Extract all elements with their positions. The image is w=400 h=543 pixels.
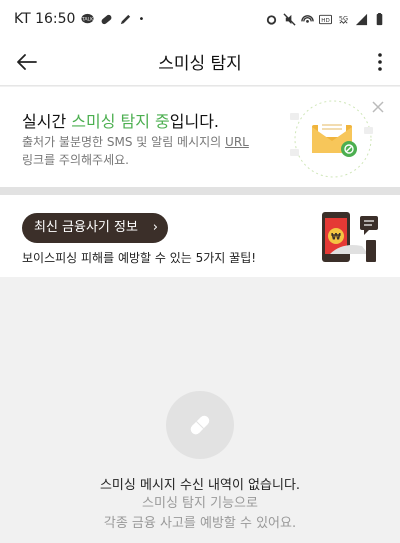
empty-state-badge xyxy=(166,391,234,459)
headline-accent: 스미싱 탐지 중 xyxy=(71,112,170,131)
kebab-menu-icon xyxy=(378,53,382,71)
banner-headline: 실시간 스미싱 탐지 중입니다. xyxy=(22,108,219,132)
desc-text-2: 링크를 주의해주세요. xyxy=(22,153,129,167)
alarm-icon xyxy=(266,14,277,25)
app-bar: 스미싱 탐지 xyxy=(0,38,400,86)
envelope-shield-icon xyxy=(290,100,373,178)
dot-icon: • xyxy=(138,13,145,25)
empty-state-subtitle-line1: 스미싱 탐지 기능으로 xyxy=(142,496,258,511)
svg-text:₩: ₩ xyxy=(331,233,341,243)
back-button[interactable] xyxy=(12,48,42,76)
empty-state: 스미싱 메시지 수신 내역이 없습니다. 스미싱 탐지 기능으로 각종 금융 사… xyxy=(0,277,400,543)
edit-icon xyxy=(121,14,131,24)
talk-icon: TALK xyxy=(81,13,94,23)
pill-icon xyxy=(190,415,210,435)
banner-description: 출처가 불분명한 SMS 및 알림 메시지의 URL 링크를 주의해주세요. xyxy=(22,133,272,169)
svg-text:5G: 5G xyxy=(339,14,348,22)
signal-icon xyxy=(355,13,368,25)
svg-text:TALK: TALK xyxy=(81,16,94,22)
section-divider xyxy=(0,187,400,195)
empty-state-subtitle-line2: 각종 금융 사고를 예방할 수 있어요. xyxy=(103,516,297,531)
desc-text: 출처가 불분명한 SMS 및 알림 메시지의 xyxy=(22,135,226,149)
5g-icon: 5G xyxy=(339,14,348,24)
fraud-info-card[interactable]: 최신 금융사기 정보 › 보이스피싱 피해를 예방할 수 있는 5가지 꿀팁! … xyxy=(0,195,400,277)
card-description: 보이스피싱 피해를 예방할 수 있는 5가지 꿀팁! xyxy=(22,251,257,265)
pill-icon xyxy=(102,14,112,24)
svg-text:HD: HD xyxy=(321,17,329,23)
chevron-right-icon: › xyxy=(152,220,158,235)
empty-state-title: 스미싱 메시지 수신 내역이 없습니다. xyxy=(99,478,301,493)
hd-icon: HD xyxy=(319,14,332,24)
empty-state-subtitle: 스미싱 탐지 기능으로 각종 금융 사고를 예방할 수 있어요. xyxy=(0,494,400,534)
hotspot-icon xyxy=(301,14,314,23)
page-title: 스미싱 탐지 xyxy=(158,54,242,74)
mute-icon xyxy=(283,12,296,26)
smishing-status-banner: 실시간 스미싱 탐지 중입니다. 출처가 불분명한 SMS 및 알림 메시지의 … xyxy=(0,87,400,187)
headline-text: 실시간 xyxy=(22,112,72,131)
desc-url: URL xyxy=(225,135,249,149)
more-options-button[interactable] xyxy=(370,48,390,76)
latest-fraud-info-button[interactable]: 최신 금융사기 정보 › xyxy=(22,213,168,243)
arrow-left-icon xyxy=(17,54,37,70)
headline-suffix: 입니다. xyxy=(169,112,219,131)
status-bar: KT 16:50 TALK • HD 5G xyxy=(0,0,400,38)
carrier-time: KT 16:50 xyxy=(14,11,76,27)
phone-won-icon: ₩ xyxy=(322,212,378,262)
pill-label: 최신 금융사기 정보 xyxy=(34,220,138,235)
battery-icon xyxy=(376,12,383,25)
